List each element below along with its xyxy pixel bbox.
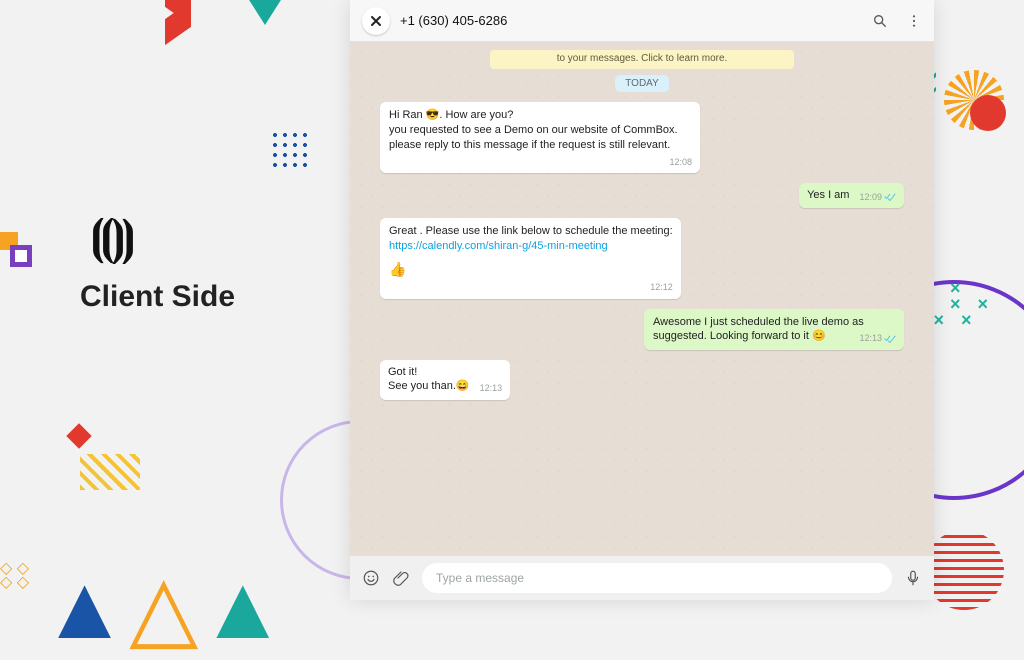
chat-window: +1 (630) 405-6286 to your messages. Clic… xyxy=(350,0,934,600)
contact-avatar[interactable] xyxy=(362,7,390,35)
message-row: Hi Ran 😎. How are you? you requested to … xyxy=(380,102,904,173)
search-icon[interactable] xyxy=(872,13,888,29)
message-row: Got it! See you than.😄 12:13 xyxy=(380,360,904,400)
message-bubble-in[interactable]: Great . Please use the link below to sch… xyxy=(380,218,681,299)
menu-icon[interactable] xyxy=(906,13,922,29)
message-text: See you than.😄 xyxy=(388,380,470,392)
encryption-banner[interactable]: to your messages. Click to learn more. xyxy=(490,50,794,69)
message-row: Great . Please use the link below to sch… xyxy=(380,218,904,299)
read-receipt-icon xyxy=(884,192,896,201)
client-side-label: Client Side xyxy=(80,280,235,314)
chat-footer xyxy=(350,556,934,600)
thumbs-up-emoji: 👍 xyxy=(389,260,673,279)
message-text: Awesome I just scheduled the live demo a… xyxy=(653,316,864,343)
message-row: Yes I am 12:09 xyxy=(380,183,904,208)
date-chip: TODAY xyxy=(615,75,669,92)
message-input[interactable] xyxy=(422,563,892,593)
chat-body[interactable]: to your messages. Click to learn more. T… xyxy=(350,42,934,556)
message-time: 12:08 xyxy=(669,156,692,168)
message-row: Awesome I just scheduled the live demo a… xyxy=(380,309,904,350)
contact-phone: +1 (630) 405-6286 xyxy=(400,13,507,28)
message-text: Great . Please use the link below to sch… xyxy=(389,225,673,237)
emoji-icon[interactable] xyxy=(362,569,380,587)
calendly-link[interactable]: https://calendly.com/shiran-g/45-min-mee… xyxy=(389,240,608,252)
message-bubble-out[interactable]: Yes I am 12:09 xyxy=(799,183,904,208)
message-text: Hi Ran 😎. How are you? xyxy=(389,109,513,121)
message-time: 12:13 xyxy=(859,332,896,344)
message-bubble-in[interactable]: Hi Ran 😎. How are you? you requested to … xyxy=(380,102,700,173)
avatar-icon xyxy=(368,13,384,29)
attach-icon[interactable] xyxy=(392,569,410,587)
message-text: you requested to see a Demo on our websi… xyxy=(389,124,678,136)
message-text: Yes I am xyxy=(807,189,849,201)
message-bubble-out[interactable]: Awesome I just scheduled the live demo a… xyxy=(644,309,904,350)
read-receipt-icon xyxy=(884,334,896,343)
mic-icon[interactable] xyxy=(904,569,922,587)
message-text: Got it! xyxy=(388,366,417,378)
message-time: 12:12 xyxy=(650,281,673,293)
chat-header: +1 (630) 405-6286 xyxy=(350,0,934,42)
message-time: 12:13 xyxy=(480,382,503,394)
message-text: please reply to this message if the requ… xyxy=(389,139,670,151)
message-bubble-in[interactable]: Got it! See you than.😄 12:13 xyxy=(380,360,510,400)
message-time: 12:09 xyxy=(859,191,896,203)
